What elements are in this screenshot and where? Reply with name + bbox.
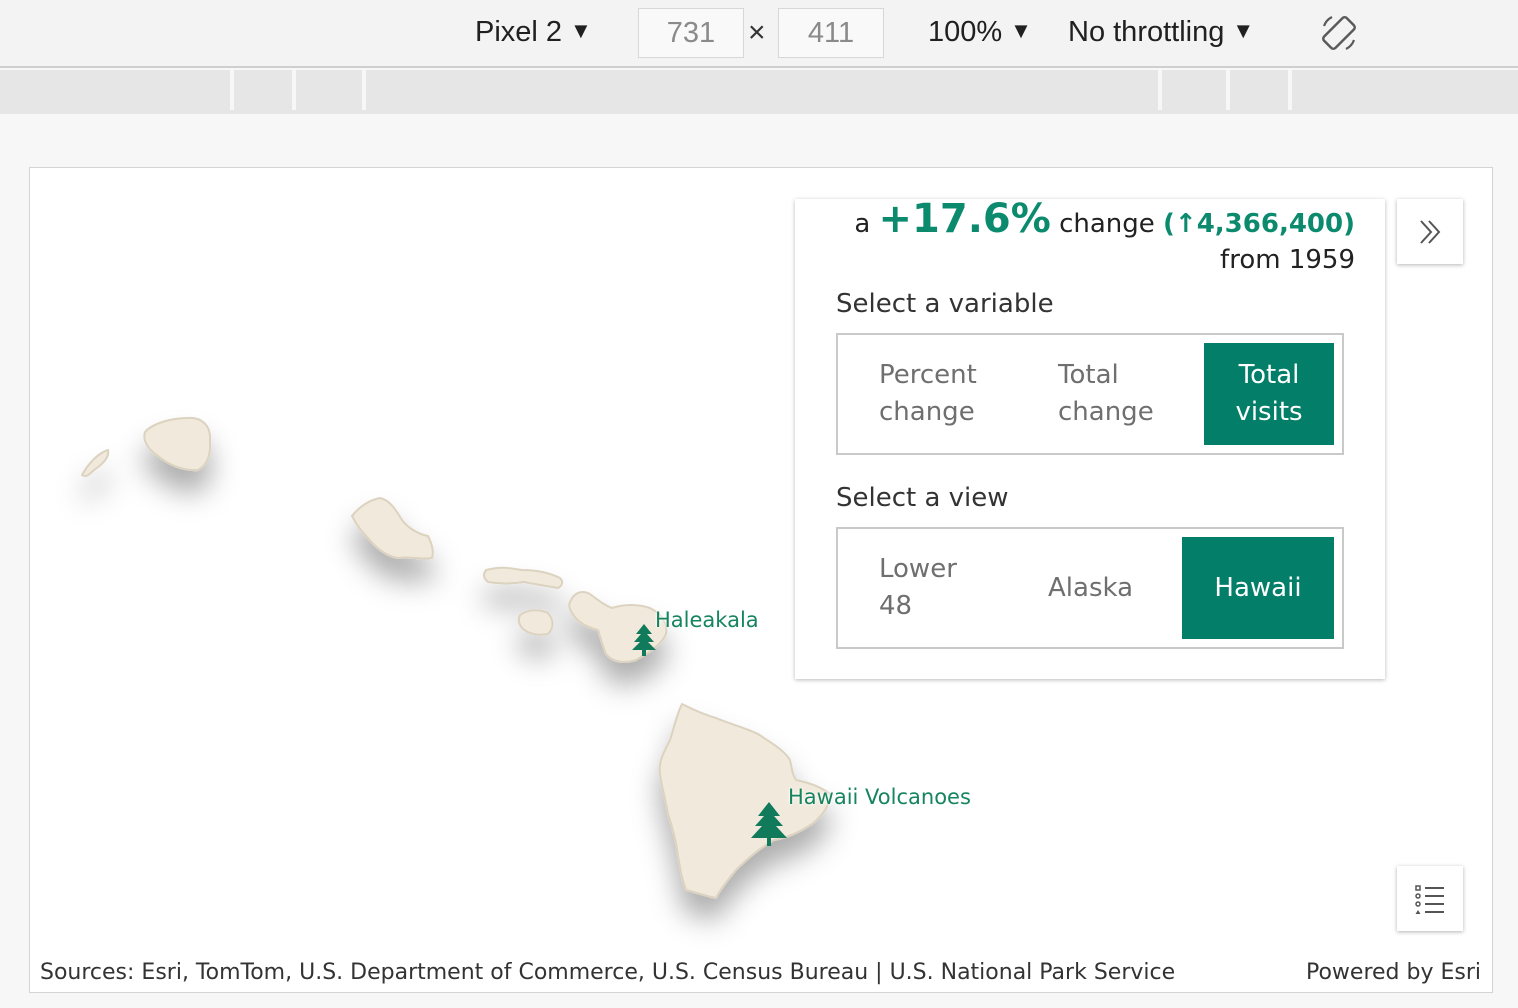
media-query-bar[interactable] — [0, 70, 1518, 114]
island-niihau — [81, 449, 110, 478]
headline-suffix: from 1959 — [1220, 245, 1355, 275]
island-maui — [568, 591, 668, 663]
variable-selector: Percent change Total change Total visits — [836, 333, 1344, 455]
option-hawaii[interactable]: Hawaii — [1182, 537, 1334, 639]
width-input[interactable]: 731 — [638, 8, 744, 58]
island-kauai — [143, 416, 212, 472]
media-query-divider — [1288, 70, 1292, 110]
device-name: Pixel 2 — [475, 16, 563, 48]
headline-prefix: a — [854, 209, 871, 239]
option-alaska[interactable]: Alaska — [1048, 537, 1148, 639]
percent-change: +17.6% — [878, 196, 1051, 242]
island-oahu — [351, 497, 434, 560]
island-lanai — [517, 609, 554, 636]
view-label: Select a view — [836, 483, 1009, 513]
total-change-value: (↑4,366,400) — [1163, 209, 1355, 239]
media-query-divider — [230, 70, 234, 110]
info-panel: a +17.6% change (↑4,366,400) from 1959 S… — [795, 199, 1385, 679]
media-query-divider — [1226, 70, 1230, 110]
media-query-divider — [362, 70, 366, 110]
zoom-select[interactable]: 100% ▼ — [928, 16, 1032, 49]
powered-by-esri-link[interactable]: Powered by Esri — [1306, 960, 1481, 985]
option-total-visits[interactable]: Total visits — [1204, 343, 1334, 445]
device-toolbar: Pixel 2 ▼ 731 × 411 100% ▼ No throttling ▼ — [0, 0, 1518, 68]
throttling-value: No throttling — [1068, 16, 1225, 48]
legend-button[interactable] — [1397, 866, 1463, 931]
headline: a +17.6% change (↑4,366,400) from 1959 — [815, 199, 1355, 278]
zoom-value: 100% — [928, 16, 1003, 48]
dimension-separator: × — [748, 16, 766, 49]
collapse-panel-button[interactable] — [1397, 199, 1463, 264]
map-attribution: Sources: Esri, TomTom, U.S. Department o… — [40, 960, 1176, 985]
rotate-device-icon[interactable] — [1318, 12, 1360, 54]
island-molokai — [482, 566, 564, 589]
park-label[interactable]: Haleakala — [655, 608, 759, 632]
caret-down-icon: ▼ — [570, 18, 592, 43]
throttling-select[interactable]: No throttling ▼ — [1068, 16, 1254, 49]
media-query-divider — [292, 70, 296, 110]
option-total-change[interactable]: Total change — [1058, 343, 1188, 445]
legend-list-icon — [1415, 884, 1444, 914]
option-lower-48[interactable]: Lower 48 — [879, 537, 979, 639]
media-query-divider — [1158, 70, 1162, 110]
double-chevron-right-icon — [1420, 219, 1441, 244]
park-label[interactable]: Hawaii Volcanoes — [788, 785, 971, 809]
headline-middle: change — [1059, 209, 1155, 239]
height-input[interactable]: 411 — [778, 8, 884, 58]
caret-down-icon: ▼ — [1232, 18, 1255, 43]
option-percent-change[interactable]: Percent change — [879, 343, 1009, 445]
caret-down-icon: ▼ — [1010, 18, 1032, 43]
map-view[interactable]: Haleakala Hawaii Volcanoes a +17.6% chan… — [29, 167, 1493, 993]
view-selector: Lower 48 Alaska Hawaii — [836, 527, 1344, 649]
device-select[interactable]: Pixel 2 ▼ — [475, 16, 592, 49]
variable-label: Select a variable — [836, 289, 1054, 319]
